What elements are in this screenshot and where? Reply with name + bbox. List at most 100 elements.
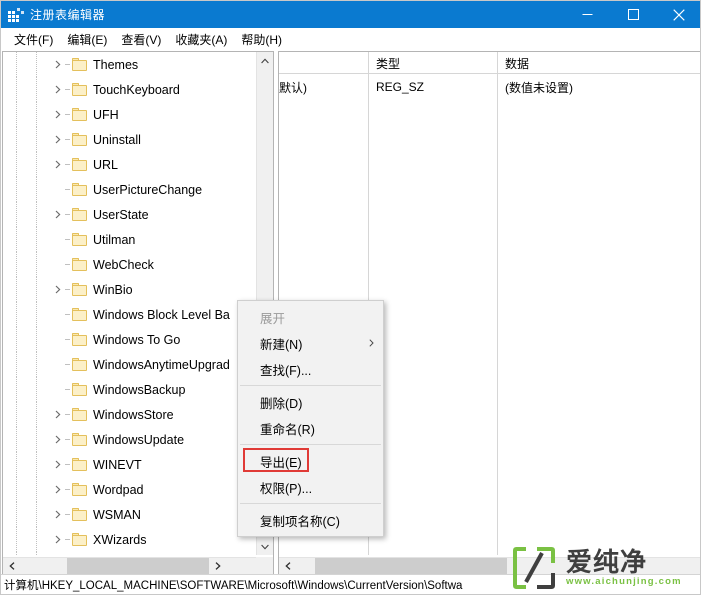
context-menu-item-export[interactable]: 导出(E) (238, 448, 383, 474)
aichunjing-logo-icon (513, 547, 558, 589)
chevron-right-icon[interactable] (51, 77, 65, 102)
chevron-right-icon[interactable] (51, 527, 65, 552)
tree-item-content: Windows Block Level Ba (72, 308, 230, 322)
tree-item-windowsstore[interactable]: WindowsStore (3, 402, 256, 427)
tree-connector (65, 402, 72, 427)
chevron-right-icon[interactable] (51, 202, 65, 227)
folder-icon (72, 483, 88, 496)
chevron-right-icon[interactable] (51, 502, 65, 527)
context-menu-item-find[interactable]: 查找(F)... (238, 356, 383, 382)
folder-icon (72, 58, 88, 71)
context-menu-item-rename[interactable]: 重命名(R) (238, 415, 383, 441)
menu-view[interactable]: 查看(V) (114, 29, 168, 50)
tree-scroll-down-button[interactable] (257, 538, 273, 555)
close-button[interactable] (656, 1, 700, 28)
tree-item-winevt[interactable]: WINEVT (3, 452, 256, 477)
tree-item-windowsanytimeupgrad[interactable]: WindowsAnytimeUpgrad (3, 352, 256, 377)
tree-item-label: WindowsBackup (93, 382, 186, 397)
folder-icon (72, 458, 88, 471)
tree-item-label: WindowsStore (93, 407, 174, 422)
value-list[interactable]: 默认) REG_SZ (数值未设置) (279, 74, 700, 100)
tree-item-touchkeyboard[interactable]: TouchKeyboard (3, 77, 256, 102)
chevron-right-icon (369, 330, 374, 356)
tree-item-content: Wordpad (72, 483, 144, 497)
tree-item-uninstall[interactable]: Uninstall (3, 127, 256, 152)
tree-item-content: Windows To Go (72, 333, 180, 347)
tree-item-label: WebCheck (93, 257, 154, 272)
tree-item-label: WindowsUpdate (93, 432, 185, 447)
value-scroll-left-button[interactable] (279, 558, 296, 574)
table-row[interactable]: 默认) REG_SZ (数值未设置) (279, 74, 700, 100)
chevron-right-icon[interactable] (51, 452, 65, 477)
minimize-button[interactable] (564, 1, 610, 28)
tree-item-content: WindowsBackup (72, 383, 185, 397)
column-header-data[interactable]: 数据 (498, 52, 685, 74)
context-menu-item-permissions[interactable]: 权限(P)... (238, 474, 383, 500)
tree-scroll-left-button[interactable] (3, 558, 20, 574)
menu-file[interactable]: 文件(F) (7, 29, 60, 50)
chevron-right-icon[interactable] (51, 427, 65, 452)
column-header-name[interactable] (279, 52, 369, 74)
column-header-type[interactable]: 类型 (369, 52, 498, 74)
tree-item-content: UserPictureChange (72, 183, 202, 197)
tree-guide-line (16, 252, 17, 277)
folder-icon (72, 433, 88, 446)
chevron-right-icon[interactable] (51, 52, 65, 77)
chevron-right-icon[interactable] (51, 152, 65, 177)
tree-item-userstate[interactable]: UserState (3, 202, 256, 227)
tree-item-softwareprotectionplatform[interactable]: SoftwareProtectionPlatform (3, 552, 256, 555)
value-hscroll-thumb[interactable] (315, 558, 507, 574)
tree-item-windowsbackup[interactable]: WindowsBackup (3, 377, 256, 402)
tree-guide-line (16, 52, 17, 77)
tree-item-userpicturechange[interactable]: UserPictureChange (3, 177, 256, 202)
tree-item-windows-to-go[interactable]: Windows To Go (3, 327, 256, 352)
tree-item-label: Utilman (93, 232, 136, 247)
tree-guide-line (16, 377, 17, 402)
tree-guide-line (36, 352, 37, 377)
context-menu-item-delete[interactable]: 删除(D) (238, 389, 383, 415)
context-menu-item-new[interactable]: 新建(N) (238, 330, 383, 356)
menu-favorites[interactable]: 收藏夹(A) (168, 29, 234, 50)
tree-item-windows-block-level-ba[interactable]: Windows Block Level Ba (3, 302, 256, 327)
tree-horizontal-scrollbar[interactable] (3, 557, 273, 574)
registry-tree[interactable]: Themes TouchKeyboard UFH Uninstall URL UserPi… (3, 52, 256, 555)
context-menu-item-copy-key-name[interactable]: 复制项名称(C) (238, 507, 383, 533)
tree-hscroll-thumb[interactable] (67, 558, 209, 574)
tree-item-webcheck[interactable]: WebCheck (3, 252, 256, 277)
tree-scroll-right-button[interactable] (209, 558, 226, 574)
folder-icon (72, 183, 88, 196)
tree-connector (65, 502, 72, 527)
tree-item-wsman[interactable]: WSMAN (3, 502, 256, 527)
tree-item-xwizards[interactable]: XWizards (3, 527, 256, 552)
menu-help[interactable]: 帮助(H) (234, 29, 289, 50)
chevron-right-icon[interactable] (51, 127, 65, 152)
tree-item-ufh[interactable]: UFH (3, 102, 256, 127)
maximize-button[interactable] (610, 1, 656, 28)
context-menu[interactable]: 展开 新建(N) 查找(F)... 删除(D) 重命名(R) 导出(E) 权限(… (237, 300, 384, 537)
tree-guide-line (36, 102, 37, 127)
tree-item-wordpad[interactable]: Wordpad (3, 477, 256, 502)
tree-guide-line (16, 327, 17, 352)
tree-item-utilman[interactable]: Utilman (3, 227, 256, 252)
chevron-right-icon[interactable] (51, 477, 65, 502)
tree-item-windowsupdate[interactable]: WindowsUpdate (3, 427, 256, 452)
chevron-right-icon[interactable] (51, 277, 65, 302)
tree-item-url[interactable]: URL (3, 152, 256, 177)
tree-item-themes[interactable]: Themes (3, 52, 256, 77)
tree-item-winbio[interactable]: WinBio (3, 277, 256, 302)
chevron-right-icon[interactable] (51, 402, 65, 427)
tree-guide-line (16, 452, 17, 477)
status-bar-path: 计算机\HKEY_LOCAL_MACHINE\SOFTWARE\Microsof… (4, 579, 463, 592)
menu-edit[interactable]: 编辑(E) (60, 29, 114, 50)
chevron-right-icon[interactable] (51, 102, 65, 127)
tree-scroll-up-button[interactable] (257, 52, 273, 69)
folder-icon (72, 233, 88, 246)
